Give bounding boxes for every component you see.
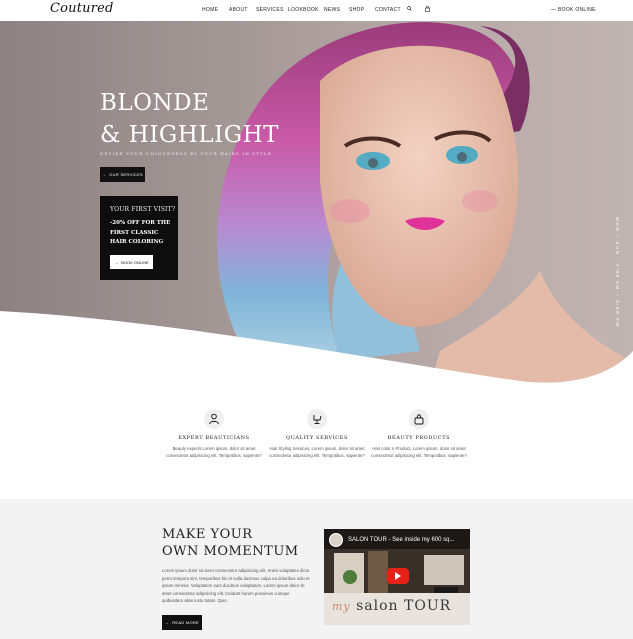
momentum-section: MAKE YOUR OWN MOMENTUM Lorem ipsum dolor… [0, 499, 633, 639]
momentum-title: MAKE YOUR OWN MOMENTUM [162, 526, 299, 560]
feature-title: EXPERT BEAUTICIANS [178, 435, 250, 441]
our-services-button[interactable]: → OUR SERVICES [100, 167, 145, 182]
feature-beauty-products: BEAUTY PRODUCTS Hair color n Product, Lo… [369, 409, 469, 460]
arrow-icon: → [164, 620, 170, 625]
features-section: EXPERT BEAUTICIANS Beauty experts Lorem … [0, 385, 633, 499]
hero-title: BLONDE & HIGHLIGHT [100, 87, 279, 151]
nav-services[interactable]: SERVICES [256, 7, 284, 13]
promo-card: YOUR FIRST VISIT? -20% OFF FOR THE FIRST… [100, 196, 178, 280]
video-overlay-script: my [332, 600, 351, 613]
read-more-button[interactable]: → READ MORE [162, 615, 202, 630]
promo-offer: -20% OFF FOR THE FIRST CLASSIC HAIR COLO… [110, 220, 171, 245]
cart-icon[interactable] [425, 5, 430, 14]
nav-news[interactable]: NEWS [324, 7, 340, 13]
feature-quality-services: QUALITY SERVICES Hair Styling Services, … [267, 409, 367, 460]
salon-chair-icon [307, 409, 327, 429]
salon-tour-video[interactable]: SALON TOUR - See inside my 600 sq... my … [324, 529, 470, 625]
nav-shop[interactable]: SHOP [349, 7, 364, 13]
arrow-icon: → [114, 259, 119, 265]
read-more-label: READ MORE [172, 620, 200, 625]
momentum-body: Lorem ipsum dolor sit amet consectetur a… [162, 568, 310, 603]
product-icon [409, 409, 429, 429]
main-nav: HOME ABOUT SERVICES LOOKBOOK NEWS SHOP C… [0, 5, 633, 15]
our-services-label: OUR SERVICES [109, 172, 144, 177]
play-button[interactable] [387, 568, 409, 584]
arrow-icon: → [101, 172, 107, 177]
feature-text: Hair Styling Services, Lorem ipsum, dolo… [269, 446, 365, 459]
feature-title: QUALITY SERVICES [285, 435, 349, 441]
site-header: Coutured HOME ABOUT SERVICES LOOKBOOK NE… [0, 0, 633, 21]
video-overlay-label: salon TOUR [356, 598, 452, 614]
feature-expert-beauticians: EXPERT BEAUTICIANS Beauty experts Lorem … [164, 409, 264, 460]
promo-question: YOUR FIRST VISIT? [110, 206, 176, 213]
momentum-title-line1: MAKE YOUR [162, 527, 253, 542]
beautician-icon [204, 409, 224, 429]
channel-avatar [329, 533, 343, 547]
search-icon[interactable] [407, 6, 412, 13]
feature-title: BEAUTY PRODUCTS [387, 435, 451, 441]
video-title: SALON TOUR - See inside my 600 sq... [348, 537, 455, 543]
hero-wave-divider [0, 311, 633, 385]
nav-about[interactable]: ABOUT [229, 7, 248, 13]
hero-title-line2: & HIGHLIGHT [100, 122, 279, 148]
play-icon [395, 572, 401, 580]
video-overlay-text: my salon TOUR [332, 598, 451, 614]
hero-subtitle: DEVIDE YOUR UNIQUENESS BY YOUR HAIRS IN … [100, 151, 273, 156]
nav-contact[interactable]: CONTACT [375, 7, 401, 13]
nav-lookbook[interactable]: LOOKBOOK [288, 7, 319, 13]
book-online-link[interactable]: — BOOK ONLINE [551, 7, 596, 13]
opening-hours: MON – SUN : 7:00 AM – 8:00 PM [615, 217, 620, 328]
hero-title-line1: BLONDE [100, 90, 210, 116]
momentum-title-line2: OWN MOMENTUM [162, 544, 299, 559]
promo-book-online-button[interactable]: → BOOK ONLINE [110, 255, 153, 269]
promo-book-online-label: BOOK ONLINE [121, 259, 149, 265]
nav-home[interactable]: HOME [202, 7, 218, 13]
hero-section: BLONDE & HIGHLIGHT DEVIDE YOUR UNIQUENES… [0, 21, 633, 385]
feature-text: Beauty experts Lorem ipsum, dolor sit am… [166, 446, 262, 459]
feature-text: Hair color n Product, Lorem ipsum, dolor… [371, 446, 467, 459]
